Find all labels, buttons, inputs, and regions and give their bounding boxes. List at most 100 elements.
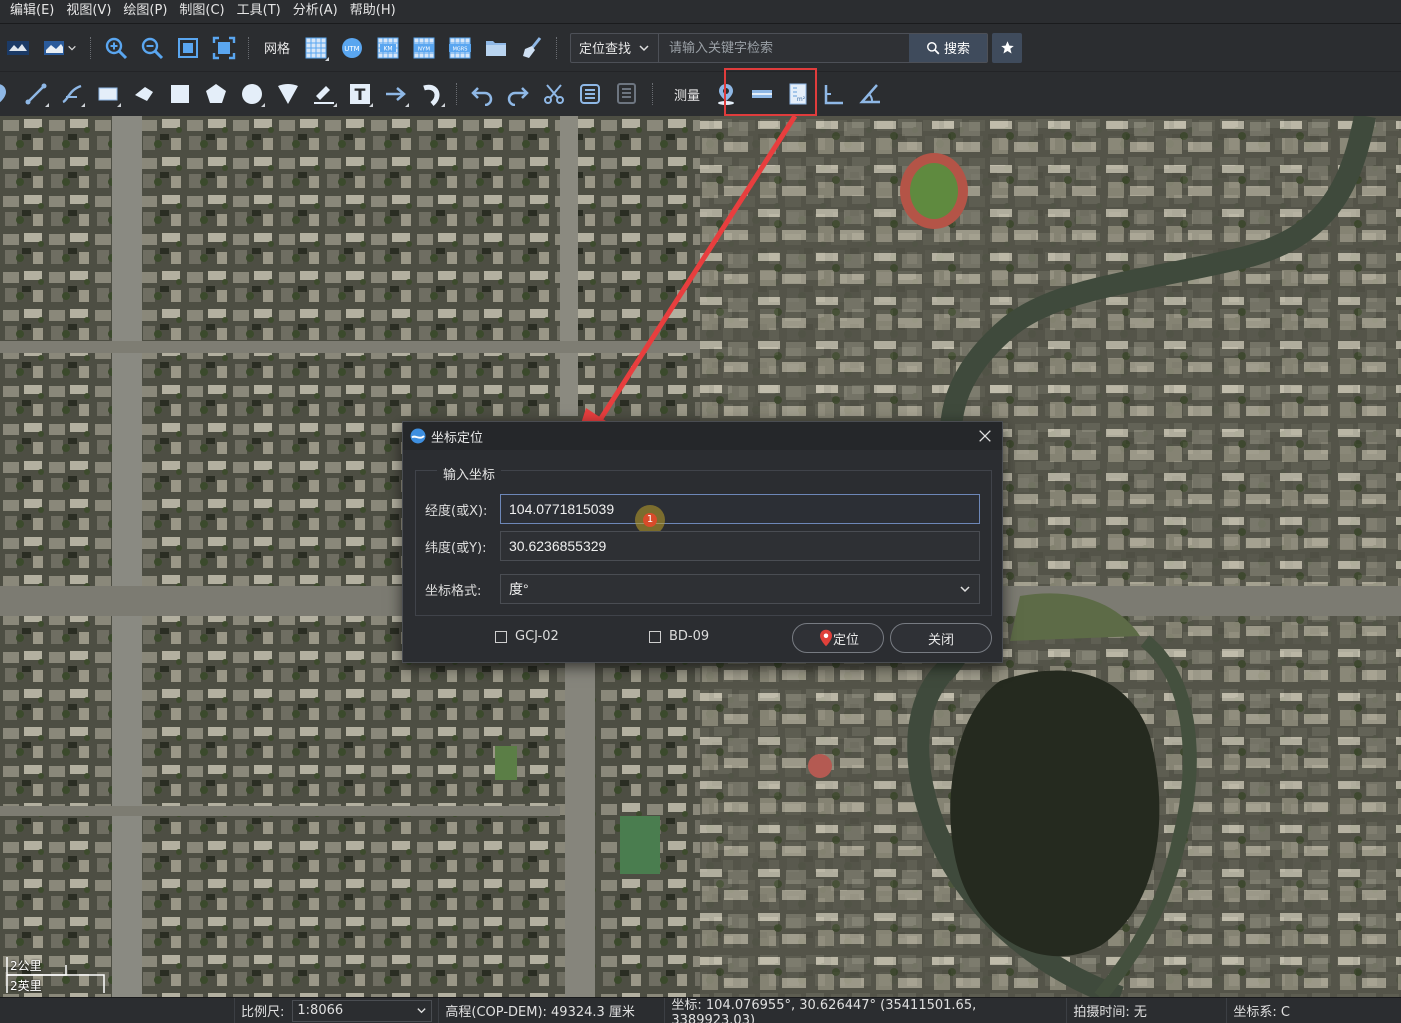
search-icon bbox=[927, 41, 940, 54]
curve-tool-icon[interactable] bbox=[54, 76, 90, 112]
scale-label: 比例尺: bbox=[241, 1005, 285, 1020]
search-button[interactable]: 搜索 bbox=[909, 33, 988, 62]
rectangle-tool-icon[interactable] bbox=[90, 76, 126, 112]
zoom-in-icon[interactable] bbox=[98, 30, 134, 66]
checkbox-box[interactable] bbox=[495, 630, 507, 643]
format-select[interactable]: 度° bbox=[500, 574, 980, 604]
menu-bar: 编辑(E) 视图(V) 绘图(P) 制图(C) 工具(T) 分析(A) 帮助(H… bbox=[0, 0, 1401, 24]
sector-tool-icon[interactable] bbox=[270, 76, 306, 112]
coordinate-locate-dialog: 坐标定位 输入坐标 经度(或X): 104.0771815039 1 纬度(或Y… bbox=[402, 421, 1003, 663]
svg-text:UTM: UTM bbox=[344, 45, 359, 53]
scale-select[interactable]: 1:8066 bbox=[292, 999, 433, 1022]
format-value: 度° bbox=[509, 581, 529, 597]
favorites-button[interactable] bbox=[992, 32, 1023, 63]
format-label: 坐标格式: bbox=[425, 583, 482, 599]
menu-tools[interactable]: 工具(T) bbox=[233, 0, 289, 24]
search-mode-dropdown[interactable]: 定位查找 bbox=[571, 33, 660, 62]
polygon-tool-icon[interactable] bbox=[198, 76, 234, 112]
map-scale-bar: 2公里 2英里 bbox=[6, 957, 106, 993]
utm-grid-icon[interactable]: UTM bbox=[334, 30, 370, 66]
dialog-titlebar[interactable]: 坐标定位 bbox=[403, 422, 1002, 450]
coordinate-readout: 坐标: 104.076955°, 30.626447° (35411501.65… bbox=[664, 997, 1066, 1023]
separator bbox=[556, 36, 558, 59]
arrow-tool-icon[interactable] bbox=[378, 76, 414, 112]
km-grid-icon[interactable]: KM bbox=[370, 30, 406, 66]
group-title: 输入坐标 bbox=[437, 464, 502, 483]
search-button-label: 搜索 bbox=[944, 42, 971, 57]
measure-distance-icon[interactable] bbox=[744, 76, 780, 112]
separator bbox=[248, 36, 250, 59]
close-button-label: 关闭 bbox=[927, 632, 954, 648]
status-bar: 比例尺: 1:8066 高程(COP-DEM): 49324.3 厘米 坐标: … bbox=[0, 997, 1401, 1023]
menu-analysis[interactable]: 分析(A) bbox=[289, 0, 346, 24]
elevation-readout: 高程(COP-DEM): 49324.3 厘米 bbox=[438, 997, 664, 1023]
redo-icon[interactable] bbox=[500, 76, 536, 112]
svg-text:T: T bbox=[355, 85, 366, 104]
point-tool-icon[interactable] bbox=[0, 76, 18, 112]
bd09-checkbox[interactable]: BD-09 bbox=[649, 629, 709, 644]
text-tool-icon[interactable]: T bbox=[342, 76, 378, 112]
menu-draw[interactable]: 绘图(P) bbox=[119, 0, 175, 24]
clear-brush-icon[interactable] bbox=[514, 30, 550, 66]
nym-grid-icon[interactable]: NYM bbox=[406, 30, 442, 66]
curved-arrow-tool-icon[interactable] bbox=[414, 76, 450, 112]
longitude-label: 经度(或X): bbox=[425, 503, 488, 519]
attribute-table-icon[interactable] bbox=[572, 76, 608, 112]
longitude-row: 经度(或X): 104.0771815039 bbox=[425, 494, 980, 524]
draw-toolbar: T 测量 m² bbox=[0, 72, 1401, 116]
folder-icon[interactable] bbox=[478, 30, 514, 66]
svg-text:MGRS: MGRS bbox=[453, 46, 468, 52]
zoom-out-icon[interactable] bbox=[134, 30, 170, 66]
chevron-down-icon bbox=[417, 1008, 427, 1014]
undo-icon[interactable] bbox=[464, 76, 500, 112]
star-icon bbox=[1000, 41, 1014, 54]
mgrs-grid-icon[interactable]: MGRS bbox=[442, 30, 478, 66]
latitude-row: 纬度(或Y): 30.6236855329 bbox=[425, 531, 980, 561]
menu-cartography[interactable]: 制图(C) bbox=[175, 0, 232, 24]
gcj02-checkbox[interactable]: GCJ-02 bbox=[495, 629, 559, 644]
chevron-down-icon bbox=[639, 44, 649, 51]
app-logo-icon bbox=[410, 428, 426, 444]
svg-text:KM: KM bbox=[383, 45, 392, 52]
layer-switch-icon[interactable] bbox=[36, 30, 84, 66]
menu-view[interactable]: 视图(V) bbox=[62, 0, 119, 24]
coordinate-locate-icon[interactable] bbox=[708, 76, 744, 112]
grid-label[interactable]: 网格 bbox=[256, 38, 298, 57]
search-mode-label: 定位查找 bbox=[579, 42, 632, 57]
click-marker-label: 1 bbox=[643, 513, 657, 527]
locate-button-label: 定位 bbox=[832, 632, 859, 648]
longitude-field[interactable]: 104.0771815039 bbox=[500, 494, 980, 524]
menu-edit[interactable]: 编辑(E) bbox=[6, 0, 62, 24]
scale-cell: 比例尺: 1:8066 bbox=[234, 997, 438, 1023]
menu-help[interactable]: 帮助(H) bbox=[346, 0, 404, 24]
full-extent-icon[interactable] bbox=[206, 30, 242, 66]
dialog-title: 坐标定位 bbox=[431, 430, 484, 446]
close-icon[interactable] bbox=[974, 425, 996, 447]
square-tool-icon[interactable] bbox=[162, 76, 198, 112]
chevron-down-icon bbox=[960, 586, 970, 593]
search-input[interactable] bbox=[659, 33, 910, 62]
checkbox-box[interactable] bbox=[649, 630, 661, 643]
close-button[interactable]: 关闭 bbox=[890, 623, 992, 653]
circle-tool-icon[interactable] bbox=[234, 76, 270, 112]
latitude-label: 纬度(或Y): bbox=[425, 540, 487, 556]
scale-metric: 2公里 bbox=[10, 959, 42, 973]
locate-button[interactable]: 定位 bbox=[792, 623, 884, 653]
layer-list-icon[interactable] bbox=[608, 76, 644, 112]
crs-readout: 坐标系: C bbox=[1226, 997, 1401, 1023]
text-underline-tool-icon[interactable] bbox=[306, 76, 342, 112]
svg-text:m²: m² bbox=[797, 96, 806, 103]
zoom-extent-icon[interactable] bbox=[170, 30, 206, 66]
measure-angle-icon[interactable] bbox=[852, 76, 888, 112]
measure-area-icon[interactable]: m² bbox=[780, 76, 816, 112]
map-source-icon[interactable] bbox=[0, 30, 36, 66]
measure-label[interactable]: 测量 bbox=[666, 85, 708, 104]
separator bbox=[456, 83, 458, 105]
arrow-shape-tool-icon[interactable] bbox=[126, 76, 162, 112]
latitude-field[interactable]: 30.6236855329 bbox=[500, 531, 980, 561]
grid-icon[interactable] bbox=[298, 30, 334, 66]
gcj02-label: GCJ-02 bbox=[515, 629, 559, 644]
line-tool-icon[interactable] bbox=[18, 76, 54, 112]
cut-icon[interactable] bbox=[536, 76, 572, 112]
measure-height-icon[interactable] bbox=[816, 76, 852, 112]
